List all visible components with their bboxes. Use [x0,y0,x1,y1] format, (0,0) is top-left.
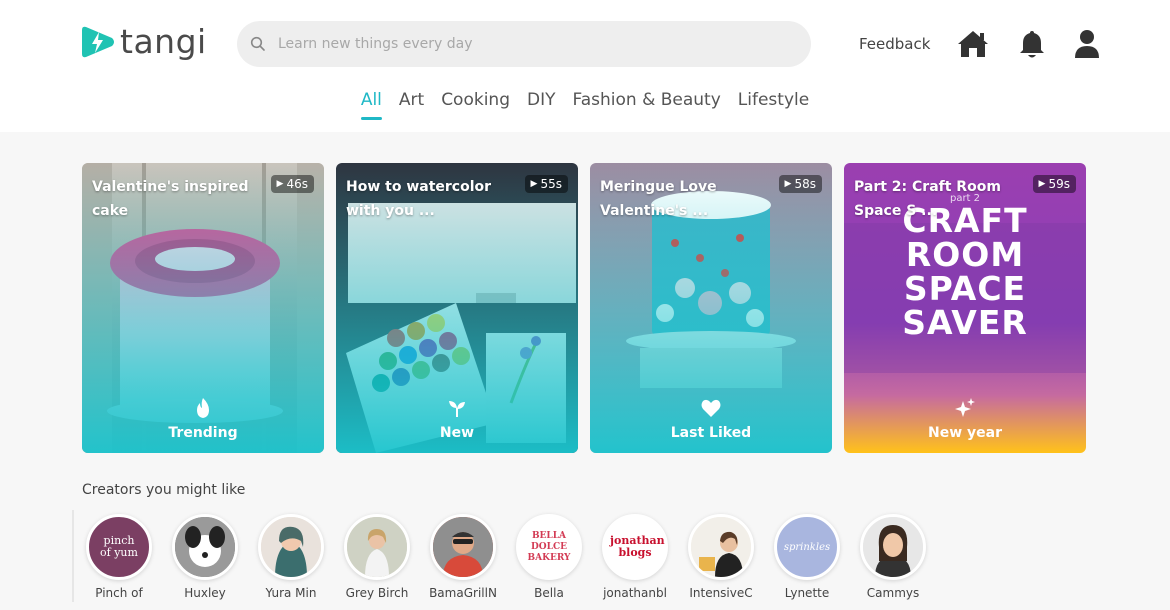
creator-name: jonathanbl [603,586,667,600]
thumbnail-line: SAVER [902,303,1028,342]
card-label-area: New [336,343,578,453]
avatar-logo-text: sprinkles [783,541,831,553]
home-icon[interactable] [957,28,989,60]
avatar[interactable]: BELLA DOLCE BAKERY [516,514,582,580]
video-card-trending[interactable]: Valentine's inspired cake ▶ 46s Trending [82,163,324,453]
avatar-logo-text: jonathan blogs [610,534,665,559]
avatar[interactable] [344,514,410,580]
creator-item[interactable]: Cammys [860,514,926,600]
duration-badge: ▶ 59s [1032,175,1076,193]
creator-name: Bella [534,586,564,600]
creator-item[interactable]: pinch of yum Pinch of [86,514,152,600]
card-title: Part 2: Craft Room Space S ... [854,179,1001,219]
user-icon[interactable] [1071,28,1103,60]
creator-name: Lynette [784,586,830,600]
creator-name: IntensiveC [689,586,753,600]
card-label: New [439,425,475,441]
search-bar[interactable] [237,21,811,67]
creator-item[interactable]: BELLA DOLCE BAKERY Bella [516,514,582,600]
creator-name: Yura Min [265,586,317,600]
duration-badge: ▶ 58s [778,175,822,193]
thumbnail-line: SPACE [903,269,1027,308]
avatar-logo-text: pinch of yum [100,534,138,559]
avatar[interactable]: jonathan blogs [602,514,668,580]
card-label-area: Last Liked [590,343,832,453]
creators-list: pinch of yum Pinch of Huxley Yura Min Gr… [86,514,926,600]
creator-name: Cammys [866,586,920,600]
card-label-area: Trending [82,343,324,453]
creator-item[interactable]: sprinkles Lynette [774,514,840,600]
avatar-logo-text: BELLA DOLCE BAKERY [527,530,571,563]
avatar[interactable] [172,514,238,580]
person-photo [691,517,751,577]
creators-heading: Creators you might like [82,482,246,498]
card-title: Valentine's inspired cake [92,179,249,219]
logo-text: tangi [120,22,207,61]
duration-text: 59s [1048,177,1070,191]
card-label-area: New year [844,343,1086,453]
creators-divider [72,510,74,602]
flame-icon [197,398,209,418]
creator-item[interactable]: jonathan blogs jonathanbl [602,514,668,600]
video-card-new[interactable]: How to watercolor with you ... ▶ 55s New [336,163,578,453]
logo-mark-icon [82,26,114,58]
play-icon: ▶ [276,179,284,189]
avatar[interactable]: sprinkles [774,514,840,580]
creator-name: Huxley [184,586,226,600]
person-photo [347,517,407,577]
dog-photo [175,517,235,577]
category-tabs: All Art Cooking DIY Fashion & Beauty Lif… [0,90,1170,120]
creator-name: Grey Birch [345,586,409,600]
person-photo [863,517,923,577]
tab-cooking[interactable]: Cooking [441,90,510,120]
person-photo [261,517,321,577]
tab-fashion-beauty[interactable]: Fashion & Beauty [573,90,721,120]
duration-badge: ▶ 46s [270,175,314,193]
duration-text: 55s [540,177,562,191]
card-label: New year [928,425,1002,441]
tab-diy[interactable]: DIY [527,90,556,120]
heart-icon [701,399,721,417]
play-icon: ▶ [530,179,538,189]
video-card-last-liked[interactable]: Meringue Love Valentine's ... ▶ 58s Last … [590,163,832,453]
avatar[interactable] [860,514,926,580]
card-title: How to watercolor with you ... [346,179,492,219]
bell-icon[interactable] [1016,28,1048,60]
tangi-logo[interactable]: tangi [82,24,207,60]
thumbnail-line: ROOM [905,235,1025,274]
avatar[interactable]: pinch of yum [86,514,152,580]
sprout-icon [449,401,465,417]
creator-item[interactable]: Grey Birch [344,514,410,600]
duration-badge: ▶ 55s [524,175,568,193]
feedback-link[interactable]: Feedback [859,35,930,53]
card-label: Trending [168,425,238,441]
creator-item[interactable]: Yura Min [258,514,324,600]
avatar[interactable] [430,514,496,580]
creator-item[interactable]: BamaGrillN [429,514,497,600]
creator-item[interactable]: Huxley [172,514,238,600]
search-icon [250,36,265,51]
person-photo [433,517,493,577]
tab-all[interactable]: All [360,90,382,120]
top-header: tangi Feedback All Art Cooking DIY Fashi… [0,0,1170,132]
search-input[interactable] [278,36,778,52]
avatar[interactable] [688,514,754,580]
video-cards: Valentine's inspired cake ▶46s Trending [82,163,1086,453]
creator-name: BamaGrillN [429,586,497,600]
play-icon: ▶ [1038,179,1046,189]
play-icon: ▶ [784,179,792,189]
creator-item[interactable]: IntensiveC [688,514,754,600]
tab-art[interactable]: Art [399,90,424,120]
card-label: Last Liked [670,425,752,441]
duration-text: 46s [286,177,308,191]
card-title: Meringue Love Valentine's ... [600,179,717,219]
creator-name: Pinch of [95,586,143,600]
video-card-new-year[interactable]: part 2 CRAFT ROOM SPACE SAVER Part 2: Cr… [844,163,1086,453]
duration-text: 58s [794,177,816,191]
sparkle-icon [955,398,975,417]
tab-lifestyle[interactable]: Lifestyle [738,90,809,120]
avatar[interactable] [258,514,324,580]
